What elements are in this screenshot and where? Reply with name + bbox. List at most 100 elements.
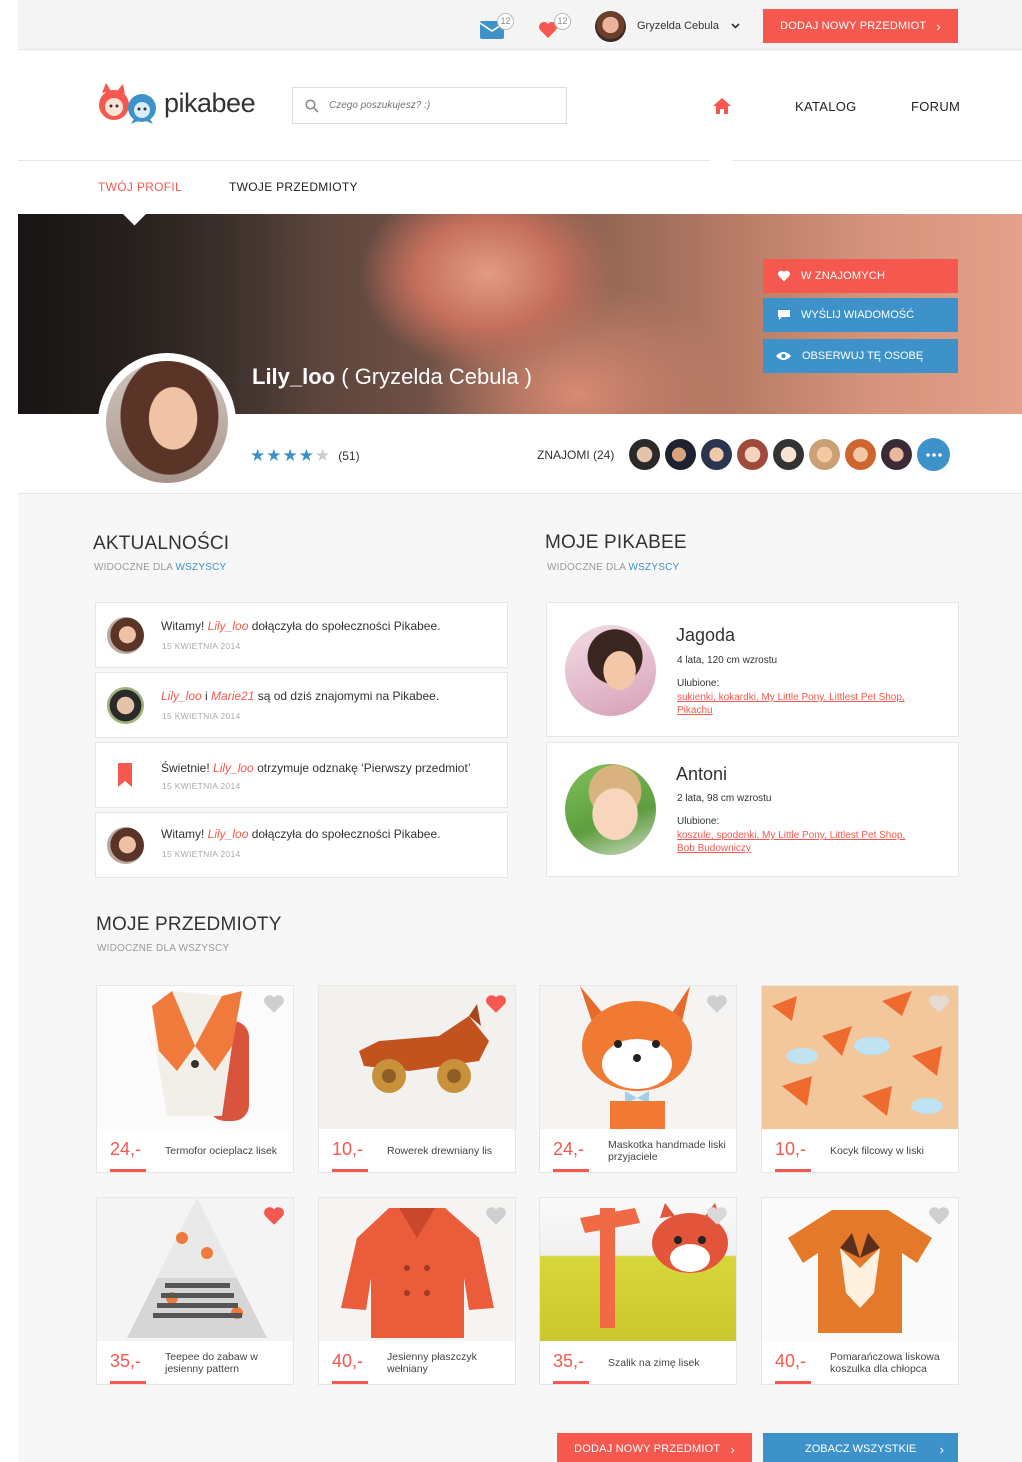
follow-button[interactable]: OBSERWUJ TĘ OSOBĘ <box>763 339 958 373</box>
messages-button[interactable]: 12 <box>478 13 518 39</box>
kid-favorites[interactable]: sukienki, kokardki, My Little Pony, Litt… <box>677 691 905 717</box>
product-price: 10,- <box>332 1139 369 1172</box>
product-name[interactable]: Jesienny płaszczyk wełniany <box>387 1348 513 1378</box>
products-title: MOJE PRZEDMIOTY <box>96 914 282 935</box>
friend-avatar[interactable] <box>629 439 660 470</box>
news-user-link[interactable]: Lily_loo <box>161 689 202 703</box>
page: 12 12 Gryzelda Cebula DODAJ NOWY PRZEDMI… <box>18 0 1022 1462</box>
product-name[interactable]: Szalik na zimę lisek <box>608 1348 734 1378</box>
nav-catalog[interactable]: KATALOG <box>795 99 857 114</box>
product-name[interactable]: Teepee do zabaw w jesienny pattern <box>165 1348 291 1378</box>
friends-count[interactable]: ZNAJOMI (24) <box>537 448 614 462</box>
product-card[interactable]: 24,- Maskotka handmade liski przyjaciele <box>539 985 737 1173</box>
news-item: Świetnie! Lily_loo otrzymuje odznakę ‘Pi… <box>95 742 508 808</box>
nav-forum[interactable]: FORUM <box>911 99 960 114</box>
kids-title: MOJE PIKABEE <box>545 532 687 553</box>
messages-count-badge: 12 <box>497 13 514 30</box>
user-avatar <box>595 10 626 42</box>
product-price: 24,- <box>553 1139 590 1172</box>
news-visibility-value[interactable]: WSZYSCY <box>176 562 227 573</box>
friend-avatar[interactable] <box>701 439 732 470</box>
friend-avatar[interactable] <box>665 439 696 470</box>
news-avatar[interactable] <box>107 827 144 864</box>
rating-count: (51) <box>338 449 360 463</box>
kid-favorites[interactable]: koszule, spodenki, My Little Pony, Littl… <box>677 829 905 855</box>
news-user-link[interactable]: Lily_loo <box>208 827 249 841</box>
news-user-link[interactable]: Lily_loo <box>213 761 254 775</box>
favorite-heart-icon[interactable] <box>706 994 728 1014</box>
friend-avatar[interactable] <box>845 439 876 470</box>
kid-favorites-line[interactable]: koszule, spodenki, My Little Pony, Littl… <box>677 829 905 842</box>
search-input[interactable] <box>329 100 549 111</box>
product-name[interactable]: Pomarańczowa liskowa koszulka dla chłopc… <box>830 1348 956 1378</box>
favorite-heart-icon[interactable] <box>706 1206 728 1226</box>
send-message-button[interactable]: WYŚLIJ WIADOMOŚĆ <box>763 298 958 332</box>
product-name[interactable]: Rowerek drewniany lis <box>387 1136 513 1166</box>
profile-username: Lily_loo <box>252 364 336 389</box>
product-card[interactable]: 10,- Rowerek drewniany lis <box>318 985 516 1173</box>
friends-list <box>629 438 950 471</box>
news-date: 15 KWIETNIA 2014 <box>162 711 241 721</box>
eye-icon <box>776 352 791 360</box>
profile-name: Lily_loo ( Gryzelda Cebula ) <box>252 364 532 390</box>
friends-button[interactable]: W ZNAJOMYCH <box>763 259 958 293</box>
product-card[interactable]: 40,- Pomarańczowa liskowa koszulka dla c… <box>761 1197 959 1385</box>
likes-button[interactable]: 12 <box>536 13 576 39</box>
tab-items[interactable]: TWOJE PRZEDMIOTY <box>229 180 358 194</box>
news-text-post: dołączyła do społeczności Pikabee. <box>248 827 441 841</box>
friend-avatar[interactable] <box>881 439 912 470</box>
product-price: 10,- <box>775 1139 812 1172</box>
kid-favorites-line[interactable]: sukienki, kokardki, My Little Pony, Litt… <box>677 691 905 704</box>
friend-avatar[interactable] <box>809 439 840 470</box>
add-item-button[interactable]: DODAJ NOWY PRZEDMIOT › <box>763 9 958 43</box>
product-card[interactable]: 35,- Teepee do zabaw w jesienny pattern <box>96 1197 294 1385</box>
kids-visibility: WIDOCZNE DLA WSZYSCY <box>547 562 679 573</box>
news-text: Witamy! Lily_loo dołączyła do społecznoś… <box>161 619 441 633</box>
product-price: 40,- <box>775 1351 812 1384</box>
profile-real-name: ( Gryzelda Cebula ) <box>341 364 532 389</box>
news-user-link[interactable]: Marie21 <box>211 689 254 703</box>
news-title: AKTUALNOŚCI <box>93 533 230 554</box>
home-icon[interactable] <box>712 97 732 115</box>
news-date: 15 KWIETNIA 2014 <box>162 641 241 651</box>
logo-text: pikabee <box>164 87 256 118</box>
product-card[interactable]: 24,- Termofor ocieplacz lisek <box>96 985 294 1173</box>
header: pikabee KATALOG FORUM <box>18 51 1022 178</box>
more-friends-button[interactable] <box>917 438 950 471</box>
news-user-link[interactable]: Lily_loo <box>208 619 249 633</box>
chevron-down-icon <box>731 23 740 29</box>
add-item-button-bottom[interactable]: DODAJ NOWY PRZEDMIOT › <box>557 1433 752 1462</box>
product-price: 35,- <box>110 1351 147 1384</box>
friend-avatar[interactable] <box>737 439 768 470</box>
logo[interactable]: pikabee <box>96 81 266 125</box>
kid-name: Antoni <box>676 764 728 784</box>
see-all-button[interactable]: ZOBACZ WSZYSTKIE › <box>763 1433 958 1462</box>
product-card[interactable]: 35,- Szalik na zimę lisek <box>539 1197 737 1385</box>
product-name[interactable]: Termofor ocieplacz lisek <box>165 1136 291 1166</box>
kid-name: Jagoda <box>676 625 736 645</box>
product-price: 40,- <box>332 1351 369 1384</box>
news-item: Witamy! Lily_loo dołączyła do społecznoś… <box>95 602 508 668</box>
product-name[interactable]: Maskotka handmade liski przyjaciele <box>608 1136 734 1166</box>
chevron-right-icon: › <box>936 18 941 34</box>
product-card[interactable]: 40,- Jesienny płaszczyk wełniany <box>318 1197 516 1385</box>
tab-profile[interactable]: TWÓJ PROFIL <box>98 180 182 194</box>
kid-favorites-line[interactable]: Pikachu <box>677 704 905 717</box>
search-box[interactable] <box>292 87 567 124</box>
bookmark-icon <box>118 763 132 787</box>
news-avatar[interactable] <box>107 617 144 654</box>
top-bar: 12 12 Gryzelda Cebula DODAJ NOWY PRZEDMI… <box>18 0 1022 50</box>
product-name[interactable]: Kocyk filcowy w liski <box>830 1136 956 1166</box>
favorite-heart-icon[interactable] <box>263 994 285 1014</box>
news-avatar[interactable] <box>107 687 144 724</box>
favorite-heart-icon[interactable] <box>263 1206 285 1226</box>
favorite-heart-icon[interactable] <box>928 994 950 1014</box>
favorite-heart-icon[interactable] <box>928 1206 950 1226</box>
favorite-heart-icon[interactable] <box>485 994 507 1014</box>
kids-visibility-value[interactable]: WSZYSCY <box>629 562 680 573</box>
favorite-heart-icon[interactable] <box>485 1206 507 1226</box>
friend-avatar[interactable] <box>773 439 804 470</box>
kid-favorites-line[interactable]: Bob Budowniczy <box>677 842 905 855</box>
product-card[interactable]: 10,- Kocyk filcowy w liski <box>761 985 959 1173</box>
user-menu[interactable]: Gryzelda Cebula <box>595 10 745 42</box>
